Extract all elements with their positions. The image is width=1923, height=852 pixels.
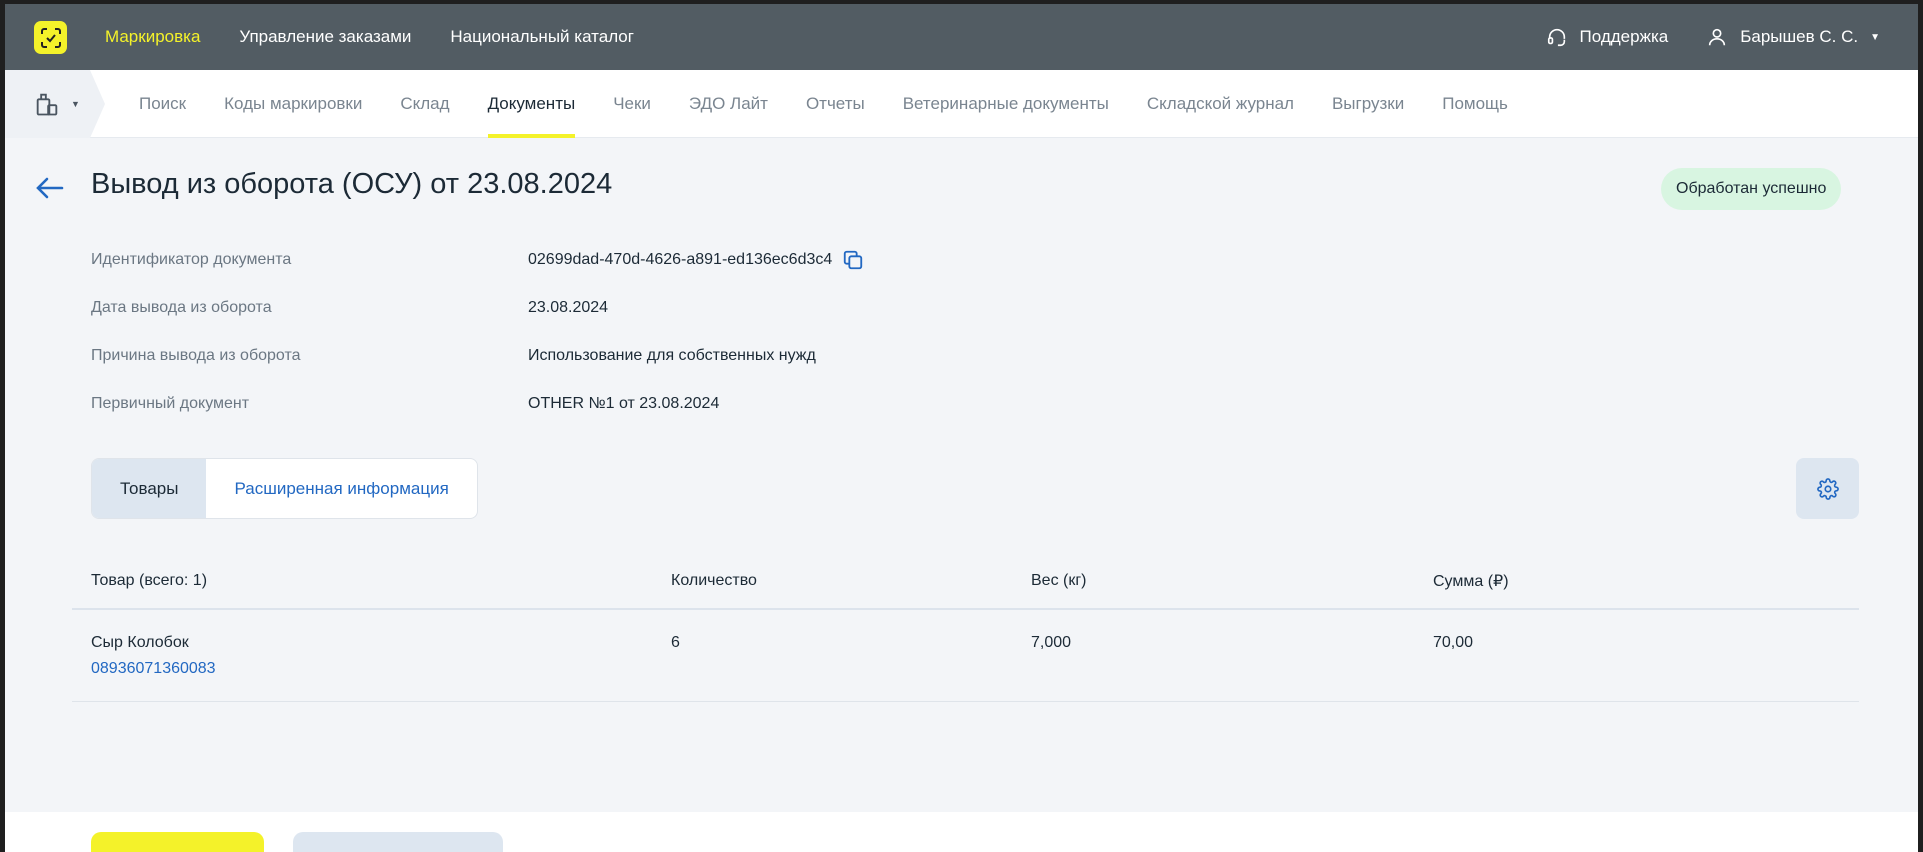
table-row: Сыр Колобок 08936071360083 6 7,000 70,00	[72, 610, 1859, 702]
action-footer	[5, 812, 1918, 852]
copy-icon[interactable]	[842, 249, 864, 271]
topnav-catalog[interactable]: Национальный каталог	[450, 27, 634, 47]
column-header-weight[interactable]: Вес (кг)	[1031, 572, 1433, 590]
page-title: Вывод из оборота (ОСУ) от 23.08.2024	[91, 168, 613, 200]
field-value: 02699dad-470d-4626-a891-ed136ec6d3c4	[528, 251, 833, 268]
section-navbar: ▼ Поиск Коды маркировки Склад Документы …	[5, 70, 1918, 138]
tab-goods[interactable]: Товары	[92, 459, 207, 518]
subnav-receipts[interactable]: Чеки	[613, 70, 651, 138]
support-link[interactable]: Поддержка	[1546, 26, 1669, 48]
field-withdrawal-date: Дата вывода из оборота 23.08.2024	[91, 284, 864, 332]
field-value: Использование для собственных нужд	[528, 347, 816, 364]
user-icon	[1709, 28, 1726, 46]
user-menu[interactable]: Барышев С. С. ▼	[1706, 26, 1880, 48]
tab-extended-info[interactable]: Расширенная информация	[206, 459, 476, 518]
gear-icon	[1816, 477, 1839, 500]
subnav-codes[interactable]: Коды маркировки	[224, 70, 362, 138]
goods-table: Товар (всего: 1) Количество Вес (кг) Сум…	[72, 554, 1859, 702]
content-tabs: Товары Расширенная информация	[91, 458, 478, 519]
product-code-link[interactable]: 08936071360083	[91, 660, 671, 678]
subnav-exports[interactable]: Выгрузки	[1332, 70, 1404, 138]
field-primary-doc: Первичный документ OTHER №1 от 23.08.202…	[91, 380, 864, 428]
top-navbar: Маркировка Управление заказами Националь…	[5, 4, 1918, 70]
field-value: OTHER №1 от 23.08.2024	[528, 395, 720, 412]
subnav-warehouse[interactable]: Склад	[400, 70, 449, 138]
subnav-reports[interactable]: Отчеты	[806, 70, 865, 138]
cell-quantity: 6	[671, 634, 680, 651]
field-doc-id: Идентификатор документа 02699dad-470d-46…	[91, 236, 864, 284]
subnav-search[interactable]: Поиск	[139, 70, 186, 138]
secondary-action-button[interactable]	[293, 832, 503, 852]
column-header-sum[interactable]: Сумма (₽)	[1433, 571, 1859, 591]
scan-code-icon	[40, 27, 61, 48]
product-category-icon	[36, 93, 58, 116]
primary-action-button[interactable]	[91, 832, 264, 852]
support-label: Поддержка	[1579, 27, 1669, 46]
document-details: Идентификатор документа 02699dad-470d-46…	[91, 236, 864, 428]
subnav-documents[interactable]: Документы	[487, 70, 575, 138]
field-label: Причина вывода из оборота	[91, 347, 301, 364]
chevron-down-icon: ▼	[71, 99, 80, 109]
subnav-warehouse-journal[interactable]: Складской журнал	[1147, 70, 1294, 138]
subnav-help[interactable]: Помощь	[1442, 70, 1508, 138]
table-header: Товар (всего: 1) Количество Вес (кг) Сум…	[72, 554, 1859, 610]
cell-weight: 7,000	[1031, 634, 1072, 651]
field-label: Идентификатор документа	[91, 251, 292, 268]
product-name: Сыр Колобок	[91, 634, 189, 651]
top-nav: Маркировка Управление заказами Националь…	[105, 4, 634, 70]
headset-icon	[1547, 28, 1565, 47]
category-switcher[interactable]: ▼	[5, 70, 105, 138]
column-header-quantity[interactable]: Количество	[671, 572, 1031, 590]
field-withdrawal-reason: Причина вывода из оборота Использование …	[91, 332, 864, 380]
section-tabs: Поиск Коды маркировки Склад Документы Че…	[139, 70, 1508, 138]
field-label: Первичный документ	[91, 395, 250, 412]
topnav-orders[interactable]: Управление заказами	[239, 27, 411, 47]
app-logo[interactable]	[34, 21, 67, 54]
status-badge: Обработан успешно	[1661, 168, 1842, 210]
topnav-markirovka[interactable]: Маркировка	[105, 27, 200, 47]
field-label: Дата вывода из оборота	[91, 299, 272, 316]
back-button[interactable]	[34, 172, 66, 204]
chevron-down-icon: ▼	[1870, 31, 1880, 43]
user-name: Барышев С. С.	[1740, 27, 1859, 46]
cell-sum: 70,00	[1433, 634, 1474, 651]
column-header-product[interactable]: Товар (всего: 1)	[72, 572, 671, 590]
subnav-edo-lite[interactable]: ЭДО Лайт	[689, 70, 768, 138]
subnav-vet-docs[interactable]: Ветеринарные документы	[903, 70, 1109, 138]
field-value: 23.08.2024	[528, 299, 609, 316]
table-settings-button[interactable]	[1796, 458, 1859, 519]
arrow-left-icon	[36, 177, 64, 199]
